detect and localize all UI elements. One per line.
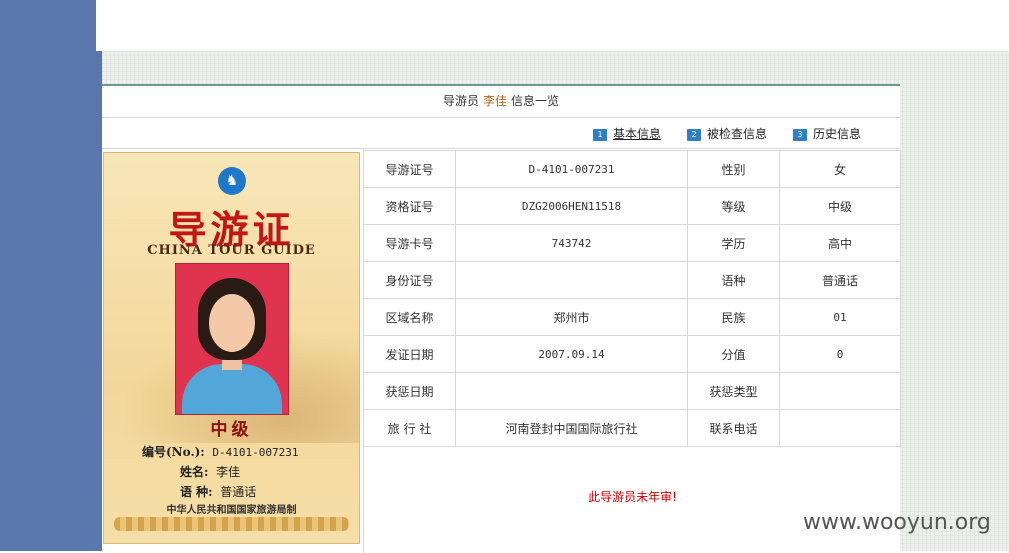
tab-number-icon: 1 (593, 129, 607, 141)
card-number-row: 编号(No.): D-4101-007231 (142, 443, 298, 460)
table-row: 旅 行 社 河南登封中国国际旅行社 联系电话 (363, 409, 901, 447)
tab-label: 基本信息 (613, 127, 662, 141)
field-label: 等级 (687, 187, 780, 225)
field-value: D-4101-007231 (455, 150, 688, 188)
horse-logo-icon: ♞ (218, 167, 246, 195)
field-label: 分值 (687, 335, 780, 373)
tab-number-icon: 3 (793, 129, 807, 141)
title-suffix: 信息一览 (511, 94, 560, 108)
tab-bar: 1 基本信息 2 被检查信息 3 历史信息 (102, 118, 900, 149)
table-row: 区域名称 郑州市 民族 01 (363, 298, 901, 336)
field-label: 资格证号 (363, 187, 456, 225)
table-row: 获惩日期 获惩类型 (363, 372, 901, 410)
field-value (455, 372, 688, 410)
guide-photo (175, 263, 289, 415)
info-table: 导游证号 D-4101-007231 性别 女 资格证号 DZG2006HEN1… (363, 150, 901, 447)
field-label: 导游证号 (363, 150, 456, 188)
card-issuer: 中华人民共和国国家旅游局制 (166, 505, 297, 516)
table-row: 身份证号 语种 普通话 (363, 261, 901, 299)
field-value (779, 409, 901, 447)
card-number-value: D-4101-007231 (212, 446, 299, 459)
field-label: 区域名称 (363, 298, 456, 336)
field-label: 旅 行 社 (363, 409, 456, 447)
tab-history-info[interactable]: 3 历史信息 (793, 126, 861, 142)
field-label: 获惩日期 (363, 372, 456, 410)
field-label: 身份证号 (363, 261, 456, 299)
tab-label: 被检查信息 (707, 127, 768, 141)
field-value: 普通话 (779, 261, 901, 299)
field-value: 女 (779, 150, 901, 188)
field-value: 0 (779, 335, 901, 373)
field-label: 语种 (687, 261, 780, 299)
field-value: 高中 (779, 224, 901, 262)
tab-number-icon: 2 (687, 129, 701, 141)
table-row: 导游证号 D-4101-007231 性别 女 (363, 150, 901, 188)
page-title: 导游员 李佳 信息一览 (102, 86, 900, 118)
guide-name: 李佳 (482, 94, 507, 108)
tab-label: 历史信息 (813, 127, 862, 141)
guide-id-card: ♞ 导游证 CHINA TOUR GUIDE 中级 编号(No.): D-410… (103, 152, 360, 544)
field-value: 河南登封中国国际旅行社 (455, 409, 688, 447)
field-value: 01 (779, 298, 901, 336)
card-name-row: 姓名: 李佳 (180, 463, 240, 480)
notice-area: 此导游员未年审! (363, 446, 901, 553)
field-label: 联系电话 (687, 409, 780, 447)
field-label: 发证日期 (363, 335, 456, 373)
field-label: 获惩类型 (687, 372, 780, 410)
card-name-value: 李佳 (216, 465, 241, 479)
watermark: www.wooyun.org (803, 510, 991, 535)
field-value: 743742 (455, 224, 688, 262)
field-label: 导游卡号 (363, 224, 456, 262)
field-value: DZG2006HEN11518 (455, 187, 688, 225)
field-label: 民族 (687, 298, 780, 336)
decorative-band (114, 517, 349, 531)
tab-inspection-info[interactable]: 2 被检查信息 (687, 126, 767, 142)
field-label: 学历 (687, 224, 780, 262)
table-row: 发证日期 2007.09.14 分值 0 (363, 335, 901, 373)
card-language-value: 普通话 (220, 485, 257, 499)
guide-info-panel: 导游员 李佳 信息一览 1 基本信息 2 被检查信息 3 历史信息 ♞ 导游证 CHINA… (102, 84, 901, 553)
card-name-label: 姓名: (180, 465, 209, 479)
title-prefix: 导游员 (442, 94, 479, 108)
card-level: 中级 (210, 420, 253, 440)
annual-review-notice: 此导游员未年审! (588, 490, 677, 504)
left-sidebar-strip (0, 0, 96, 551)
field-value: 郑州市 (455, 298, 688, 336)
card-language-label: 语 种: (180, 485, 213, 499)
top-banner (96, 0, 1009, 51)
card-subtitle: CHINA TOUR GUIDE (147, 243, 316, 258)
tab-basic-info[interactable]: 1 基本信息 (593, 126, 661, 142)
field-value (455, 261, 688, 299)
card-number-label: 编号(No.): (142, 445, 205, 459)
field-value: 2007.09.14 (455, 335, 688, 373)
field-value: 中级 (779, 187, 901, 225)
card-language-row: 语 种: 普通话 (180, 483, 256, 500)
field-value (779, 372, 901, 410)
table-row: 导游卡号 743742 学历 高中 (363, 224, 901, 262)
field-label: 性别 (687, 150, 780, 188)
table-row: 资格证号 DZG2006HEN11518 等级 中级 (363, 187, 901, 225)
